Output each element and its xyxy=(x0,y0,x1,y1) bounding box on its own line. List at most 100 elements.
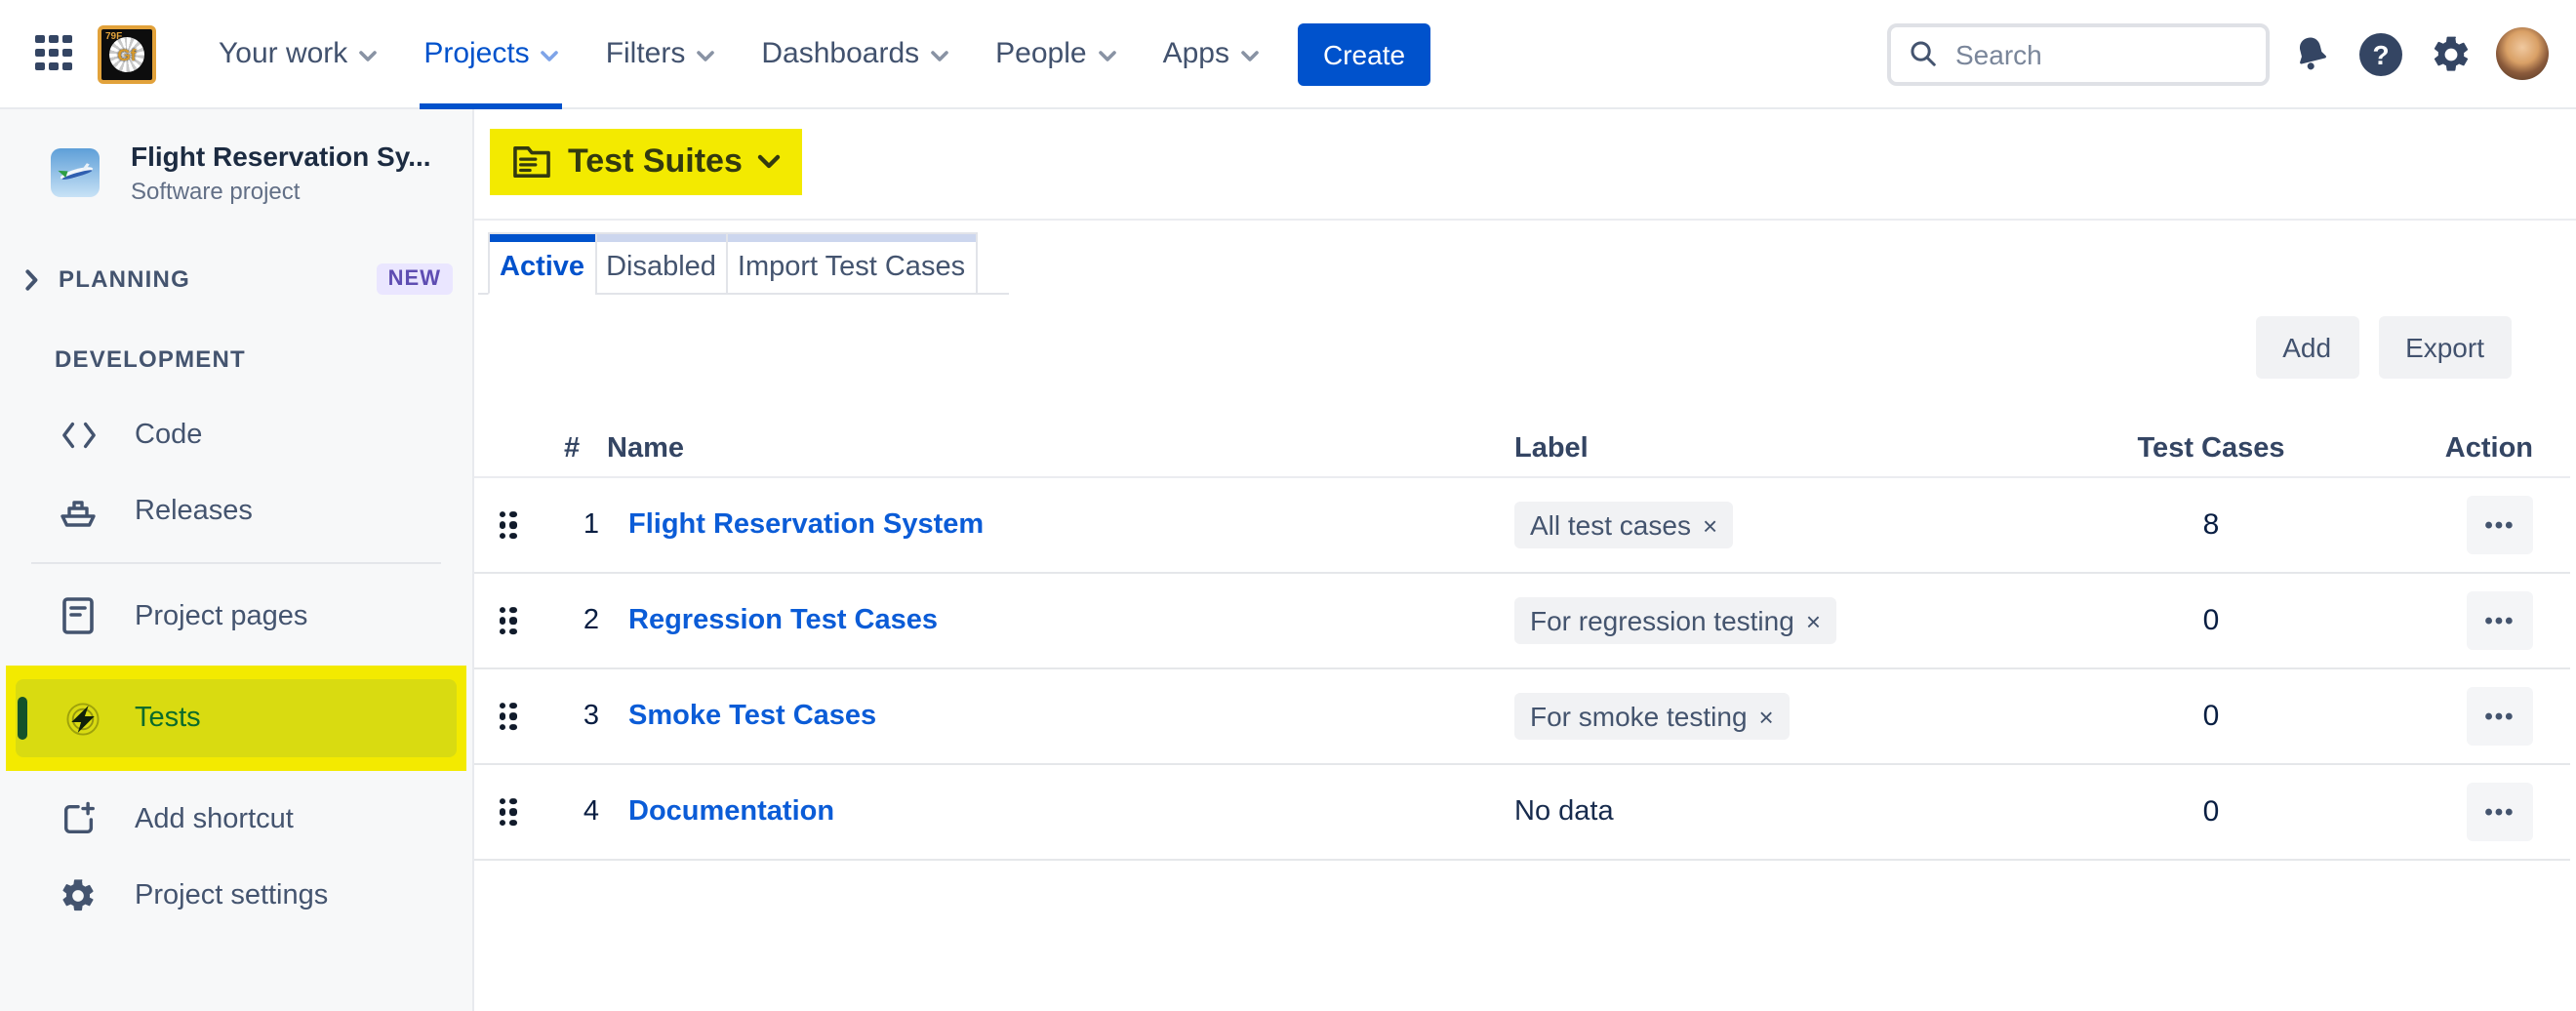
add-shortcut-icon xyxy=(59,799,98,838)
tab-disabled[interactable]: Disabled xyxy=(594,232,728,295)
chevron-down-icon xyxy=(697,50,714,61)
help-glyph: ? xyxy=(2359,32,2402,75)
label-tag: All test cases × xyxy=(1514,502,1733,548)
drag-handle-icon[interactable] xyxy=(500,607,516,634)
project-avatar xyxy=(51,148,100,197)
nav-label: Filters xyxy=(606,37,686,70)
notifications-bell-icon[interactable] xyxy=(2281,22,2340,85)
tab-strip: Active Disabled Import Test Cases xyxy=(478,232,1008,295)
label-tag-text: For regression testing xyxy=(1530,605,1794,636)
test-cases-count: 0 xyxy=(2094,795,2328,829)
tab-active[interactable]: Active xyxy=(488,232,596,295)
app-switcher-icon[interactable] xyxy=(35,34,74,73)
label-tag: For smoke testing × xyxy=(1514,693,1790,740)
action-cell: ••• xyxy=(2467,783,2533,841)
nav-projects[interactable]: Projects xyxy=(420,0,562,108)
test-suites-selector[interactable]: Test Suites xyxy=(490,129,803,195)
gear-icon xyxy=(59,875,98,914)
sidebar-divider xyxy=(31,562,441,564)
action-cell: ••• xyxy=(2467,496,2533,554)
folder-icon xyxy=(511,144,552,180)
column-header-number: # xyxy=(564,433,580,465)
nav-your-work[interactable]: Your work xyxy=(215,0,381,108)
table-actions: Add Export xyxy=(2255,316,2512,379)
nav-label: Your work xyxy=(219,37,347,70)
search-icon xyxy=(1909,39,1938,68)
row-actions-button[interactable]: ••• xyxy=(2467,783,2533,841)
test-cases-count: 0 xyxy=(2094,700,2328,733)
settings-gear-icon[interactable] xyxy=(2422,22,2480,85)
nav-label: People xyxy=(995,37,1086,70)
search-input[interactable] xyxy=(1952,36,2248,71)
nav-label: Apps xyxy=(1163,37,1229,70)
search-box[interactable] xyxy=(1887,22,2270,85)
sidebar-menu-shortcuts: Project pages Tests Add shortcut xyxy=(0,578,472,933)
chevron-down-icon xyxy=(931,50,948,61)
ship-icon xyxy=(59,491,98,530)
sidebar-item-code[interactable]: Code xyxy=(0,396,472,472)
nav-filters[interactable]: Filters xyxy=(602,0,719,108)
column-header-name: Name xyxy=(607,433,684,465)
chevron-right-icon xyxy=(25,268,39,290)
tests-lightning-icon xyxy=(64,700,101,737)
row-number: 3 xyxy=(576,701,607,732)
drag-handle-icon[interactable] xyxy=(500,798,516,826)
sidebar-item-releases[interactable]: Releases xyxy=(0,472,472,548)
nav-apps[interactable]: Apps xyxy=(1159,0,1263,108)
planning-label: PLANNING xyxy=(59,265,190,293)
create-button[interactable]: Create xyxy=(1298,22,1430,85)
tab-import-test-cases[interactable]: Import Test Cases xyxy=(726,232,977,295)
label-cell: For smoke testing × xyxy=(1514,693,1790,740)
label-tag-text: All test cases xyxy=(1530,509,1691,541)
site-logo[interactable]: 79F Gf xyxy=(98,24,156,83)
label-tag-text: For smoke testing xyxy=(1530,701,1748,732)
drag-handle-icon[interactable] xyxy=(500,703,516,730)
sidebar-item-project-settings[interactable]: Project settings xyxy=(0,857,472,933)
sidebar-item-label: Project pages xyxy=(135,600,307,631)
export-button[interactable]: Export xyxy=(2378,316,2512,379)
sidebar-menu-development: Code Releases xyxy=(0,396,472,548)
help-icon[interactable]: ? xyxy=(2352,22,2410,85)
chevron-down-icon xyxy=(359,50,377,61)
suite-name-link[interactable]: Documentation xyxy=(628,796,834,828)
drag-handle-icon[interactable] xyxy=(500,511,516,539)
sidebar-item-label: Releases xyxy=(135,495,253,526)
sidebar-item-label: Tests xyxy=(135,703,201,734)
project-sidebar: Flight Reservation Sy... Software projec… xyxy=(0,109,474,1011)
column-header-test-cases: Test Cases xyxy=(2094,433,2328,465)
new-badge: NEW xyxy=(377,263,453,295)
sidebar-section-planning[interactable]: PLANNING NEW xyxy=(25,263,453,295)
suite-name-link[interactable]: Smoke Test Cases xyxy=(628,701,876,732)
row-number: 4 xyxy=(576,796,607,828)
header-divider xyxy=(474,219,2576,221)
nav-dashboards[interactable]: Dashboards xyxy=(757,0,952,108)
user-avatar[interactable] xyxy=(2496,27,2549,80)
action-cell: ••• xyxy=(2467,591,2533,650)
label-cell: All test cases × xyxy=(1514,502,1733,548)
row-actions-button[interactable]: ••• xyxy=(2467,687,2533,746)
logo-monogram: Gf xyxy=(118,44,137,63)
table-row: 2 Regression Test Cases For regression t… xyxy=(474,574,2570,669)
chevron-down-icon xyxy=(542,50,559,61)
project-name: Flight Reservation Sy... xyxy=(131,141,431,172)
label-tag: For regression testing × xyxy=(1514,597,1836,644)
row-actions-button[interactable]: ••• xyxy=(2467,591,2533,650)
nav-people[interactable]: People xyxy=(991,0,1119,108)
sidebar-item-add-shortcut[interactable]: Add shortcut xyxy=(0,781,472,857)
sidebar-item-project-pages[interactable]: Project pages xyxy=(0,578,472,654)
row-number: 2 xyxy=(576,605,607,636)
suite-name-link[interactable]: Flight Reservation System xyxy=(628,509,984,541)
top-nav-bar: 79F Gf Your work Projects Filters Dashbo… xyxy=(0,0,2576,109)
project-type: Software project xyxy=(131,178,431,205)
remove-tag-icon[interactable]: × xyxy=(1703,510,1717,540)
sidebar-item-tests[interactable]: Tests xyxy=(16,679,457,757)
remove-tag-icon[interactable]: × xyxy=(1806,606,1821,635)
sidebar-item-label: Code xyxy=(135,419,202,450)
document-icon xyxy=(59,596,98,635)
label-cell-empty: No data xyxy=(1514,796,1614,828)
row-actions-button[interactable]: ••• xyxy=(2467,496,2533,554)
remove-tag-icon[interactable]: × xyxy=(1759,702,1774,731)
add-button[interactable]: Add xyxy=(2255,316,2358,379)
sidebar-item-label: Add shortcut xyxy=(135,803,294,834)
suite-name-link[interactable]: Regression Test Cases xyxy=(628,605,938,636)
